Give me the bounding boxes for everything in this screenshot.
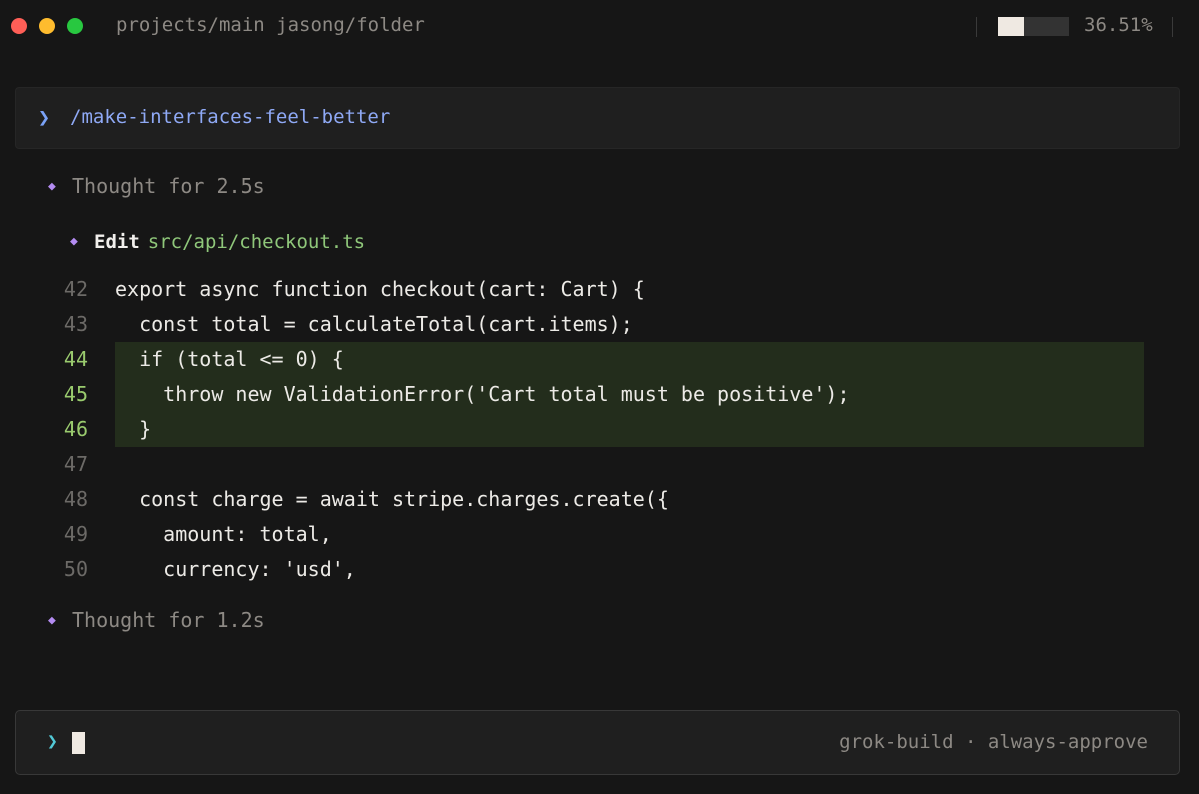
edit-label: Edit <box>94 231 140 253</box>
code-text: currency: 'usd', <box>115 557 356 581</box>
mode-status: grok-build · always-approve <box>839 731 1148 753</box>
line-number: 47 <box>63 452 88 476</box>
code-line: 47 <box>0 447 1199 482</box>
code-line: 49 amount: total, <box>0 517 1199 552</box>
code-line-added: 46 } <box>0 412 1199 447</box>
code-text: const total = calculateTotal(cart.items)… <box>115 312 633 336</box>
chevron-right-icon: ❯ <box>47 731 58 752</box>
line-number: 48 <box>63 487 88 511</box>
code-line: 42 export async function checkout(cart: C… <box>0 272 1199 307</box>
code-text: if (total <= 0) { <box>115 347 344 371</box>
code-diff: 42 export async function checkout(cart: C… <box>0 272 1199 587</box>
line-number: 50 <box>63 557 88 581</box>
close-window-button[interactable] <box>11 18 27 34</box>
line-number: 42 <box>63 277 88 301</box>
code-text: throw new ValidationError('Cart total mu… <box>115 382 850 406</box>
prompt-input-bar[interactable]: ❯ grok-build · always-approve <box>15 710 1180 775</box>
code-text: export async function checkout(cart: Car… <box>115 277 645 301</box>
code-line-added: 45 throw new ValidationError('Cart total… <box>0 377 1199 412</box>
diamond-icon: ◆ <box>48 179 56 194</box>
line-number: 46 <box>63 417 88 441</box>
working-directory-path: projects/main jasong/folder <box>116 14 425 36</box>
code-text: } <box>115 417 152 441</box>
line-number: 45 <box>63 382 88 406</box>
minimize-window-button[interactable] <box>39 18 55 34</box>
edit-file-path[interactable]: src/api/checkout.ts <box>148 231 365 253</box>
line-number: 49 <box>63 522 88 546</box>
command-text: /make-interfaces-feel-better <box>70 106 391 128</box>
divider <box>976 17 977 37</box>
context-usage-bar <box>998 17 1069 36</box>
code-text: const charge = await stripe.charges.crea… <box>115 487 669 511</box>
code-line: 43 const total = calculateTotal(cart.ite… <box>0 307 1199 342</box>
line-number: 44 <box>63 347 88 371</box>
thought-label: Thought for 2.5s <box>72 174 265 198</box>
divider <box>1172 17 1173 37</box>
user-command-block: ❯ /make-interfaces-feel-better <box>15 87 1180 149</box>
code-text: amount: total, <box>115 522 332 546</box>
context-usage-fill <box>998 17 1024 36</box>
thought-label: Thought for 1.2s <box>72 608 265 632</box>
maximize-window-button[interactable] <box>67 18 83 34</box>
thought-status[interactable]: ◆ Thought for 1.2s <box>48 608 265 632</box>
thought-status[interactable]: ◆ Thought for 2.5s <box>48 174 265 198</box>
diamond-icon: ◆ <box>70 234 78 249</box>
chevron-right-icon: ❯ <box>38 105 51 129</box>
code-line: 50 currency: 'usd', <box>0 552 1199 587</box>
code-line: 48 const charge = await stripe.charges.c… <box>0 482 1199 517</box>
code-line-added: 44 if (total <= 0) { <box>0 342 1199 377</box>
context-usage-percent: 36.51% <box>1084 14 1153 36</box>
edit-header[interactable]: ◆ Edit src/api/checkout.ts <box>70 231 365 253</box>
line-number: 43 <box>63 312 88 336</box>
text-cursor <box>72 732 85 754</box>
diamond-icon: ◆ <box>48 613 56 628</box>
title-bar: projects/main jasong/folder 36.51% <box>0 0 1199 54</box>
